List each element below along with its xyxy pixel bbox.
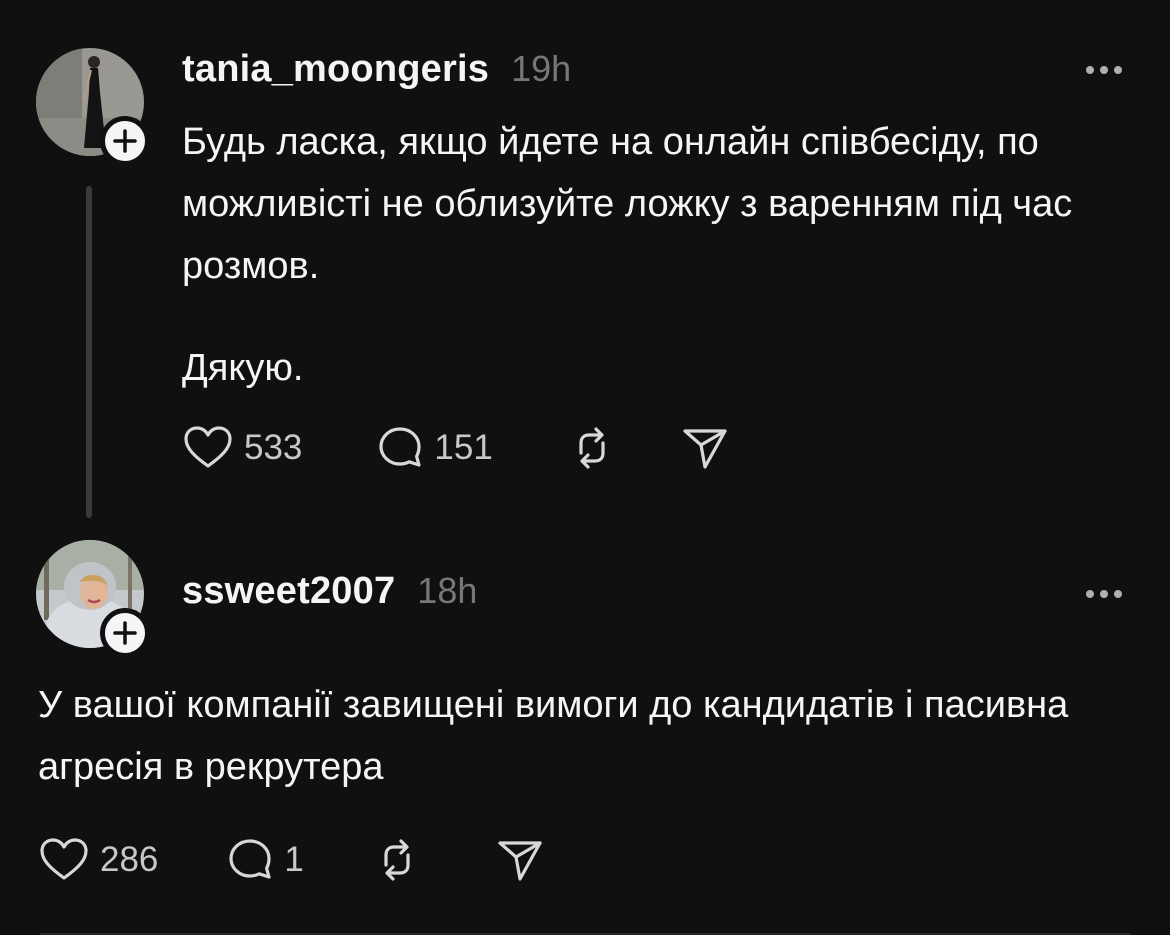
plus-icon (113, 129, 137, 153)
heart-icon (40, 838, 88, 880)
post-text: Будь ласка, якщо йдете на онлайн співбес… (182, 111, 1082, 399)
post-paragraph: У вашої компанії завищені вимоги до канд… (38, 684, 1069, 788)
follow-button[interactable] (100, 116, 150, 166)
thread-line (86, 186, 92, 518)
post-tania: tania_moongeris 19h Будь ласка, якщо йде… (0, 0, 1170, 530)
plus-icon (113, 621, 137, 645)
post-text: У вашої компанії завищені вимоги до канд… (38, 674, 1128, 798)
post-header: ssweet2007 18h (182, 570, 477, 613)
send-icon (683, 429, 727, 469)
repost-icon (579, 427, 605, 469)
repost-icon (384, 839, 410, 881)
comment-bubble-icon (379, 427, 422, 467)
username[interactable]: ssweet2007 (182, 570, 395, 613)
repost-button[interactable] (372, 835, 422, 885)
repost-button[interactable] (567, 423, 617, 473)
reply-count: 151 (434, 428, 493, 467)
username[interactable]: tania_moongeris (182, 48, 489, 91)
post-ssweet: ssweet2007 18h У вашої компанії завищені… (0, 530, 1170, 935)
share-button[interactable] (679, 422, 731, 474)
send-icon (498, 841, 542, 881)
heart-icon (184, 426, 232, 468)
like-count: 533 (244, 428, 303, 467)
like-count: 286 (100, 840, 159, 879)
follow-button[interactable] (100, 608, 150, 658)
post-paragraph: Будь ласка, якщо йдете на онлайн співбес… (182, 121, 1073, 287)
timestamp: 19h (511, 48, 572, 89)
like-button[interactable]: 533 (180, 420, 302, 476)
post-header: tania_moongeris 19h (182, 48, 571, 91)
reply-button[interactable]: 151 (374, 422, 493, 474)
post-actions: 286 1 (36, 832, 546, 888)
share-button[interactable] (494, 834, 546, 886)
reply-button[interactable]: 1 (224, 834, 304, 886)
more-dots-icon[interactable] (1086, 66, 1122, 74)
post-paragraph: Дякую. (182, 347, 304, 389)
more-dots-icon[interactable] (1086, 590, 1122, 598)
reply-count: 1 (284, 840, 304, 879)
timestamp: 18h (417, 570, 478, 611)
post-actions: 533 151 (180, 420, 731, 476)
comment-bubble-icon (229, 839, 272, 879)
like-button[interactable]: 286 (36, 832, 158, 888)
